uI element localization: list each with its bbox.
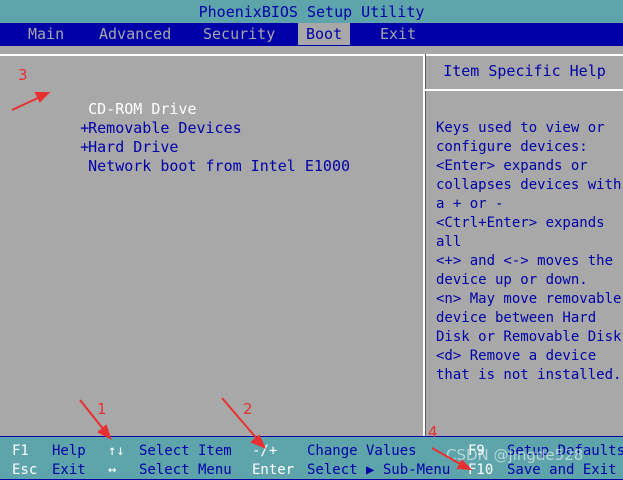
key-enter: Enter [252,462,295,478]
help-line: all [436,234,462,250]
tab-exit[interactable]: Exit [372,23,424,45]
key-f1: F1 [12,443,29,459]
tab-main[interactable]: Main [20,23,72,45]
help-line: that is not installed. [436,367,622,383]
help-line: collapses devices with [436,177,622,193]
tab-boot[interactable]: Boot [298,23,351,45]
menu-bar: Main Advanced Security Boot Exit [0,23,623,45]
help-line: <d> Remove a device [436,348,597,364]
frame-divider-shadow [425,54,426,436]
help-header-line [425,89,623,91]
key-updown-desc: Select Item [139,443,232,459]
annotation-number-4: 4 [428,423,438,441]
watermark: CSDN @jingde528 [446,446,584,464]
help-text: Keys used to view or configure devices: … [436,119,621,385]
key-leftright: ↔ [108,462,117,478]
boot-item-network[interactable]: Network boot from Intel E1000 [44,138,350,195]
help-title: Item Specific Help [443,62,606,80]
key-esc-desc: Exit [52,462,86,478]
help-line: device between Hard [436,310,597,326]
key-minus-plus: -/+ [252,443,278,459]
key-f1-desc: Help [52,443,86,459]
tab-security[interactable]: Security [195,23,283,45]
annotation-number-3: 3 [18,66,28,84]
help-line: <+> and <-> moves the [436,253,614,269]
key-enter-desc: Select ▶ Sub-Menu [307,462,451,478]
help-line: <n> May move removable [436,291,622,307]
help-line: device up or down. [436,272,588,288]
help-line: <Ctrl+Enter> expands [436,215,605,231]
key-leftright-desc: Select Menu [139,462,232,478]
frame-top-line [0,54,623,56]
tab-advanced[interactable]: Advanced [91,23,179,45]
help-line: <Enter> expands or [436,158,588,174]
annotation-number-2: 2 [243,400,253,418]
key-esc: Esc [12,462,38,478]
boot-item-label: Network boot from Intel E1000 [88,157,351,175]
bios-title: PhoenixBIOS Setup Utility [198,3,425,21]
help-line: configure devices: [436,139,588,155]
annotation-number-1: 1 [97,400,107,418]
help-line: Keys used to view or [436,120,605,136]
key-updown: ↑↓ [108,443,125,459]
help-line: Disk or Removable Disk [436,329,622,345]
bios-title-bar: PhoenixBIOS Setup Utility [0,0,623,23]
key-minus-plus-desc: Change Values [307,443,417,459]
help-line: a + or - [436,196,504,212]
